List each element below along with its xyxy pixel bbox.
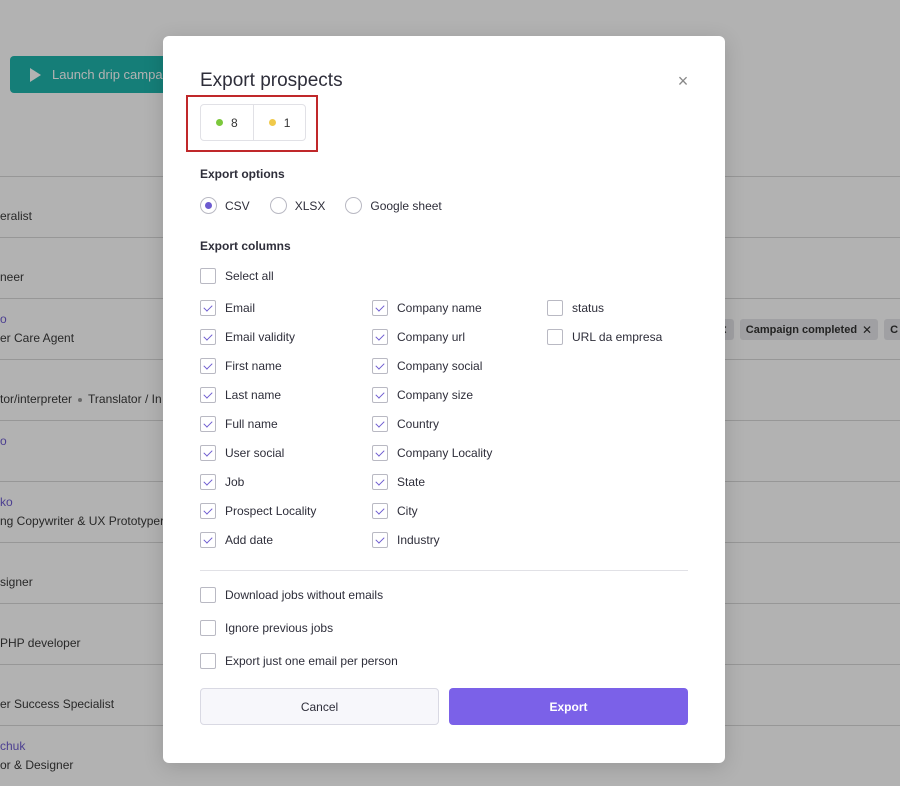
one-email-per-person-checkbox[interactable]: Export just one email per person [200,653,398,669]
column-checkbox-first-name[interactable]: First name [200,358,282,374]
checkbox-checked-icon [372,532,388,548]
column-checkbox-prospect-locality[interactable]: Prospect Locality [200,503,316,519]
column-checkbox-company-social[interactable]: Company social [372,358,482,374]
checkbox-checked-icon [200,387,216,403]
checkbox-unchecked-icon [200,268,216,284]
checkbox-checked-icon [200,532,216,548]
checkbox-unchecked-icon [547,300,563,316]
column-checkbox-user-social[interactable]: User social [200,445,284,461]
checkbox-checked-icon [372,445,388,461]
export-columns-label: Export columns [200,239,291,253]
radio-selected-icon [200,197,217,214]
pending-count: 1 [252,105,306,140]
format-google-sheet-radio[interactable]: Google sheet [345,197,442,214]
checkbox-checked-icon [200,474,216,490]
column-checkbox-job[interactable]: Job [200,474,244,490]
radio-unselected-icon [345,197,363,214]
checkbox-checked-icon [372,300,388,316]
checkbox-unchecked-icon [200,587,216,603]
column-checkbox-email[interactable]: Email [200,300,255,316]
checkbox-unchecked-icon [200,620,216,636]
column-checkbox-company-size[interactable]: Company size [372,387,473,403]
checkbox-checked-icon [372,358,388,374]
download-jobs-without-emails-checkbox[interactable]: Download jobs without emails [200,587,383,603]
prospect-count-group: 8 1 [200,104,307,141]
column-checkbox-url-da-empresa[interactable]: URL da empresa [547,329,662,345]
ignore-previous-jobs-checkbox[interactable]: Ignore previous jobs [200,620,333,636]
column-checkbox-email-validity[interactable]: Email validity [200,329,295,345]
valid-count: 8 [201,105,253,140]
checkbox-checked-icon [200,445,216,461]
format-csv-radio[interactable]: CSV [200,197,250,214]
export-options-label: Export options [200,167,285,181]
column-checkbox-industry[interactable]: Industry [372,532,440,548]
green-dot-icon [216,119,223,126]
checkbox-checked-icon [372,387,388,403]
column-checkbox-city[interactable]: City [372,503,418,519]
column-checkbox-full-name[interactable]: Full name [200,416,278,432]
close-icon[interactable]: × [675,72,691,90]
radio-unselected-icon [269,197,287,214]
checkbox-checked-icon [200,416,216,432]
export-button[interactable]: Export [449,688,688,725]
checkbox-checked-icon [372,329,388,345]
export-prospects-dialog: Export prospects × 8 1 Export options CS… [163,36,725,763]
column-checkbox-company-url[interactable]: Company url [372,329,465,345]
checkbox-checked-icon [372,416,388,432]
column-checkbox-company-locality[interactable]: Company Locality [372,445,492,461]
checkbox-checked-icon [200,358,216,374]
checkbox-unchecked-icon [547,329,563,345]
checkbox-checked-icon [200,329,216,345]
format-xlsx-radio[interactable]: XLSX [269,197,325,214]
section-divider [200,570,688,571]
checkbox-checked-icon [372,503,388,519]
column-checkbox-company-name[interactable]: Company name [372,300,482,316]
dialog-title: Export prospects [200,70,343,91]
checkbox-checked-icon [372,474,388,490]
checkbox-checked-icon [200,503,216,519]
select-all-checkbox[interactable]: Select all [200,268,274,284]
column-checkbox-status[interactable]: status [547,300,604,316]
checkbox-unchecked-icon [200,653,216,669]
checkbox-checked-icon [200,300,216,316]
column-checkbox-country[interactable]: Country [372,416,439,432]
column-checkbox-state[interactable]: State [372,474,425,490]
column-checkbox-add-date[interactable]: Add date [200,532,273,548]
export-format-radio-group: CSV XLSX Google sheet [200,197,462,214]
cancel-button[interactable]: Cancel [200,688,439,725]
yellow-dot-icon [268,119,276,126]
column-checkbox-last-name[interactable]: Last name [200,387,281,403]
